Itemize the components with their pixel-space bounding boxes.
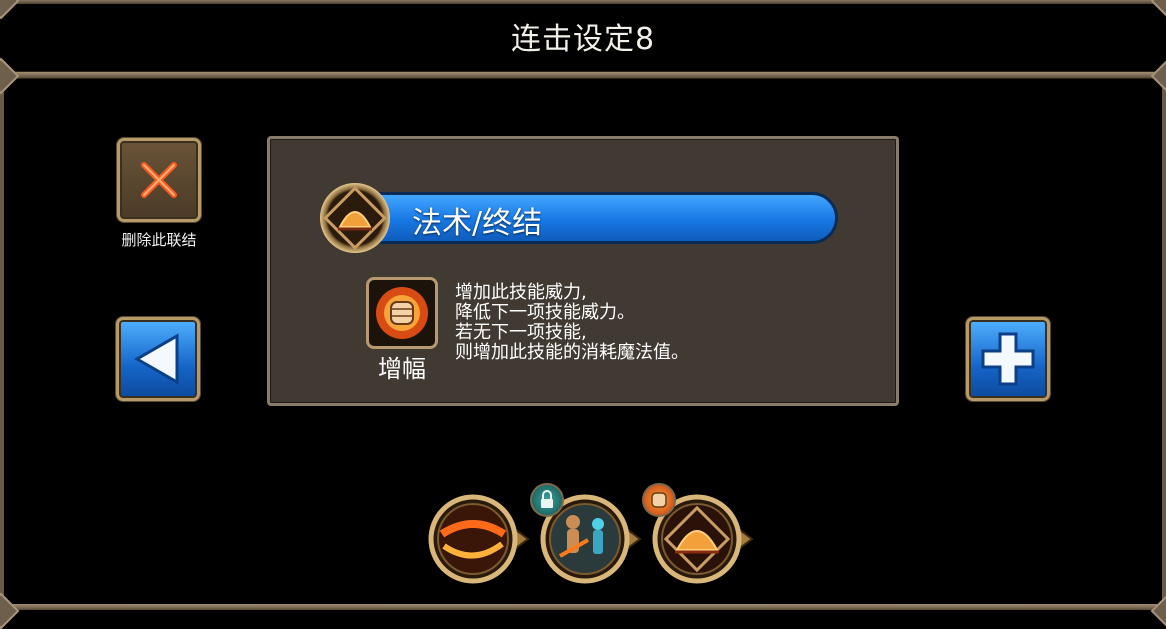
skill-name: 法术/终结 xyxy=(412,206,543,241)
dome-skill-icon xyxy=(320,183,390,253)
delete-link-button[interactable] xyxy=(117,138,201,222)
flaming-fist-icon xyxy=(642,483,676,517)
close-icon xyxy=(141,162,177,198)
add-button[interactable] xyxy=(966,317,1050,401)
description-line: 若无下一项技能, xyxy=(455,322,587,343)
delete-link-label: 删除此联结 xyxy=(121,231,197,249)
left-arrow-icon xyxy=(133,333,179,385)
title-bottom-rule xyxy=(0,71,1166,79)
lock-icon xyxy=(530,483,564,517)
buff-name: 增幅 xyxy=(378,355,426,383)
bottom-rule xyxy=(0,604,1166,610)
title-bar: 连击设定8 xyxy=(0,0,1166,95)
description-line: 降低下一项技能威力。 xyxy=(455,302,635,323)
title-top-rule xyxy=(0,0,1166,4)
flaming-fist-icon xyxy=(366,277,438,349)
description-line: 则增加此技能的消耗魔法值。 xyxy=(455,342,689,363)
buff-description: 增加此技能威力, 降低下一项技能威力。 若无下一项技能, 则增加此技能的消耗魔法… xyxy=(455,283,689,363)
page-title: 连击设定8 xyxy=(510,22,656,57)
plus-icon xyxy=(981,332,1035,386)
description-line: 增加此技能威力, xyxy=(455,282,587,303)
chain-skill-1[interactable] xyxy=(428,494,530,584)
previous-button[interactable] xyxy=(116,317,200,401)
skill-detail-panel xyxy=(267,136,899,406)
